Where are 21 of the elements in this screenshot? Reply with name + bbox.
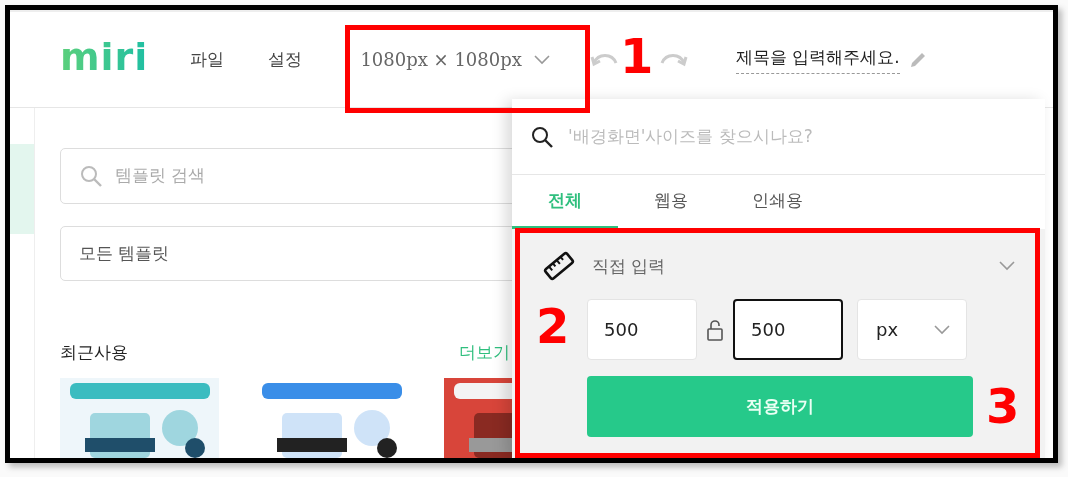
tab[interactable]: 웹용 [618, 175, 724, 229]
lock-icon[interactable] [707, 318, 723, 341]
chevron-icon [533, 54, 550, 65]
section-label: 직접 입력 [592, 254, 667, 278]
step-number: 3 [986, 382, 1020, 430]
menu-item[interactable]: 파일 [190, 48, 225, 71]
search-icon [79, 163, 103, 188]
height-input[interactable]: 500 [733, 299, 843, 360]
canvas-size-dropdown[interactable]: 1080px × 1080px [360, 49, 550, 70]
title-field[interactable]: 제목을 입력해주세요. [735, 45, 900, 74]
step-number: 1 [620, 32, 654, 80]
tab[interactable]: 인쇄용 [724, 175, 830, 229]
chevron-icon[interactable] [999, 261, 1015, 271]
unit-select[interactable]: px [857, 299, 967, 360]
width-input[interactable]: 500 [587, 299, 697, 360]
step-number: 2 [536, 302, 570, 350]
search-icon [530, 124, 554, 149]
ruler-icon [542, 249, 576, 283]
menu-item[interactable]: 설정 [268, 48, 303, 71]
section-heading: 최근사용 [60, 341, 128, 364]
chevron-icon [934, 324, 950, 335]
